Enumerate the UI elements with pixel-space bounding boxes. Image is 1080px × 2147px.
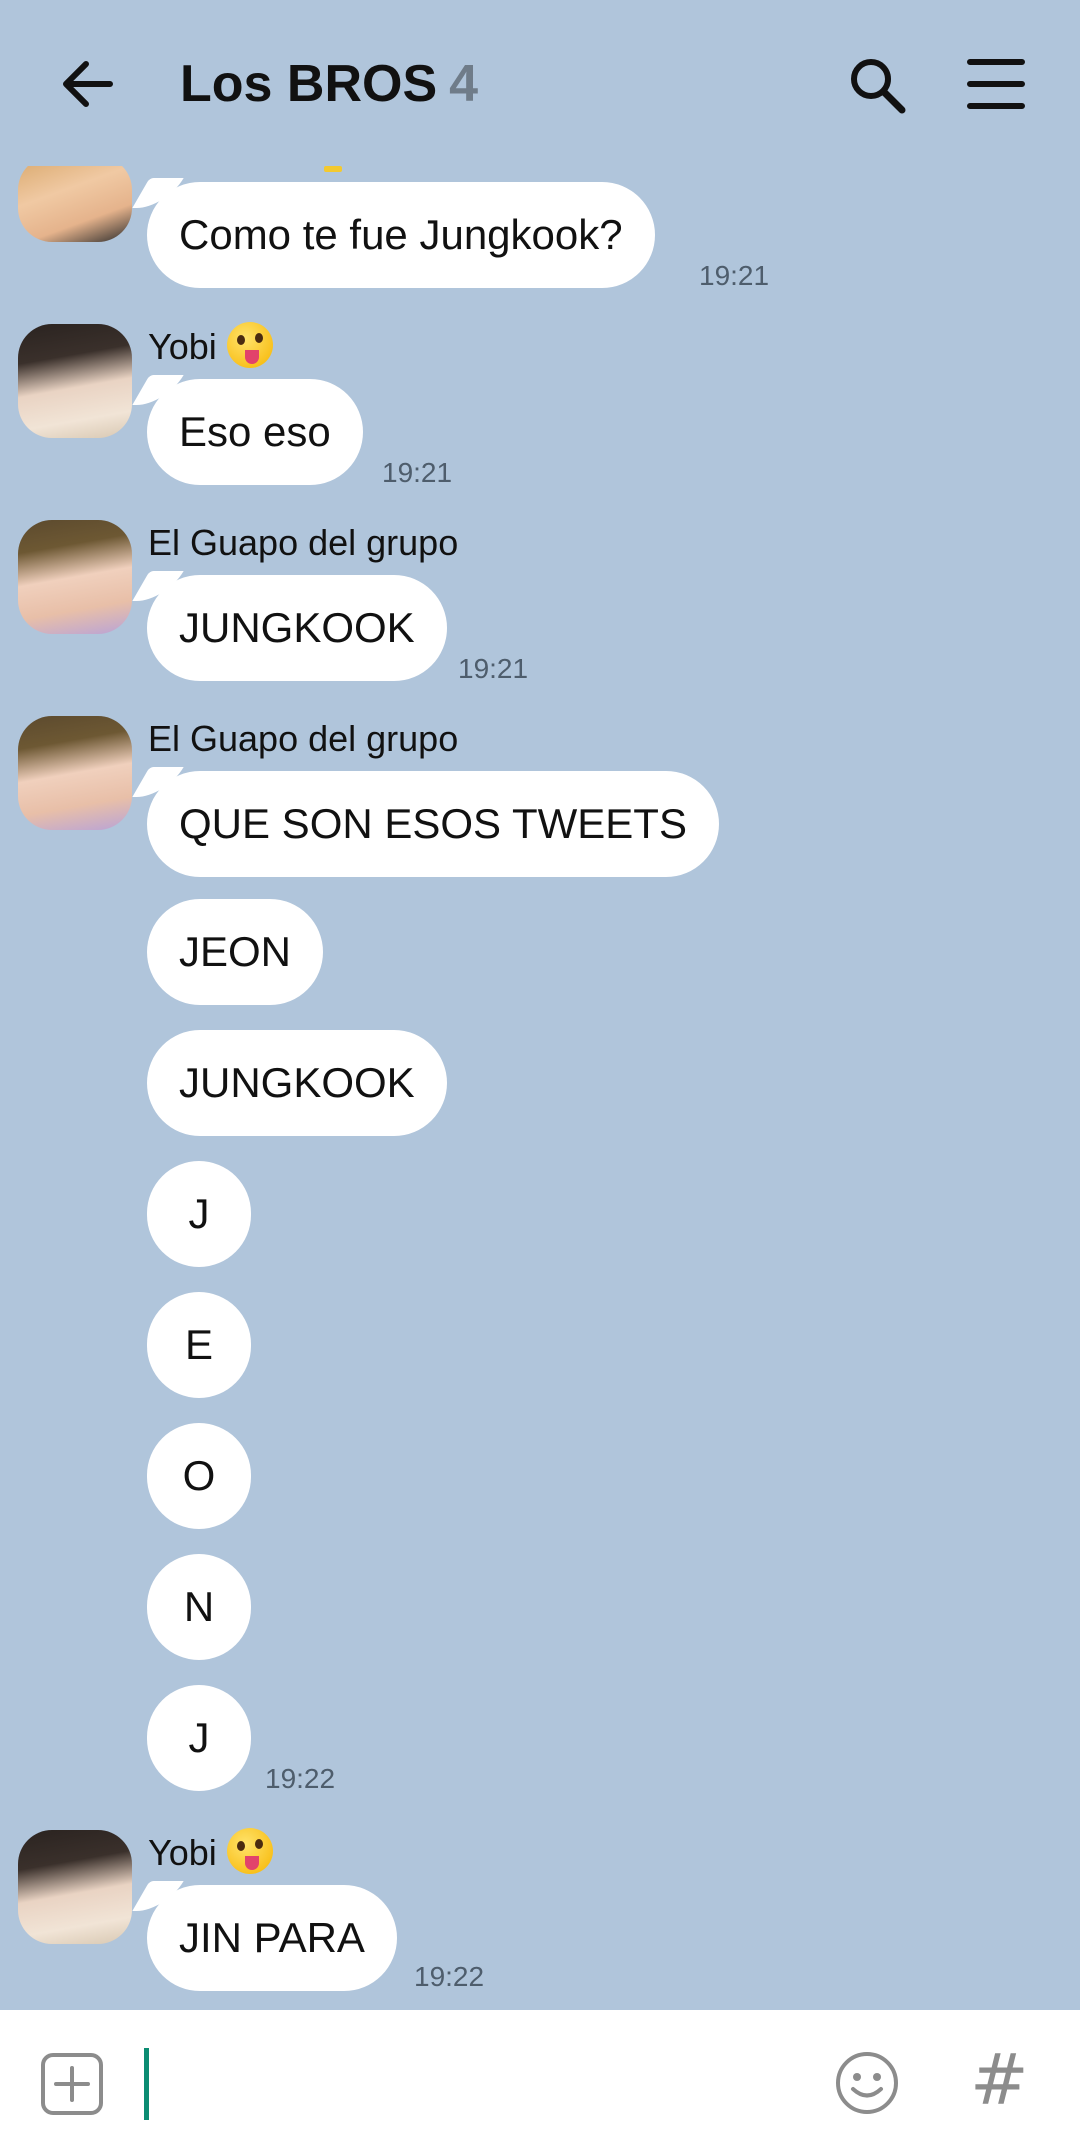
avatar[interactable] bbox=[18, 166, 132, 242]
message-text: J bbox=[188, 1190, 210, 1237]
message-bubble[interactable]: QUE SON ESOS TWEETS bbox=[147, 771, 719, 877]
message-bubble[interactable]: JUNGKOOK bbox=[147, 575, 447, 681]
hamburger-menu-icon[interactable] bbox=[966, 56, 1026, 112]
message-text: O bbox=[182, 1452, 216, 1499]
member-count: 4 bbox=[449, 55, 479, 113]
plus-square-icon[interactable] bbox=[40, 2052, 104, 2116]
message-bubble[interactable]: JIN PARA bbox=[147, 1885, 397, 1991]
avatar[interactable] bbox=[18, 520, 132, 634]
message-bubble[interactable]: N bbox=[147, 1554, 251, 1660]
message-text: Eso eso bbox=[179, 408, 331, 455]
message-time: 19:21 bbox=[382, 457, 453, 488]
message-text: JIN PARA bbox=[179, 1914, 365, 1961]
avatar[interactable] bbox=[18, 324, 132, 438]
avatar[interactable] bbox=[18, 716, 132, 830]
message-text: J bbox=[188, 1714, 210, 1761]
message-text: Como te fue Jungkook? bbox=[179, 211, 623, 258]
chat-header: Los BROS 4 bbox=[0, 0, 1080, 166]
hashtag-icon[interactable]: # bbox=[970, 2040, 1030, 2120]
message-bubble[interactable]: JUNGKOOK bbox=[147, 1030, 447, 1136]
sender-name: El Guapo del grupo bbox=[148, 718, 459, 759]
chat-name: Los BROS bbox=[180, 55, 438, 113]
avatar[interactable] bbox=[18, 1830, 132, 1944]
winking-tongue-emoji bbox=[226, 322, 273, 369]
back-arrow-icon[interactable] bbox=[56, 52, 120, 116]
chat-title: Los BROS 4 bbox=[180, 54, 478, 114]
sender-name: El Guapo del grupo bbox=[148, 522, 459, 563]
message-text: JEON bbox=[179, 928, 292, 975]
message-bubble[interactable]: JEON bbox=[147, 899, 324, 1005]
message-text: JUNGKOOK bbox=[179, 604, 415, 651]
message-text: JUNGKOOK bbox=[179, 1059, 415, 1106]
sender-name: Yobi bbox=[148, 322, 273, 372]
message-text: QUE SON ESOS TWEETS bbox=[179, 800, 687, 847]
sender-name: Yobi bbox=[148, 1828, 273, 1878]
message-time: 19:22 bbox=[414, 1961, 485, 1992]
message-time: 19:22 bbox=[265, 1763, 336, 1794]
winking-tongue-emoji bbox=[226, 1828, 273, 1875]
smiley-icon[interactable] bbox=[834, 2050, 900, 2116]
text-input-cursor[interactable] bbox=[144, 2048, 149, 2120]
message-bubble[interactable]: E bbox=[147, 1292, 251, 1398]
message-time: 19:21 bbox=[458, 653, 529, 684]
message-bubble[interactable]: J bbox=[147, 1161, 251, 1267]
message-text: E bbox=[184, 1321, 213, 1368]
message-input-bar: # bbox=[0, 2010, 1080, 2147]
message-text: N bbox=[183, 1583, 215, 1630]
emoji-fragment bbox=[324, 166, 342, 172]
message-bubble[interactable]: Como te fue Jungkook? bbox=[147, 182, 655, 288]
message-bubble[interactable]: O bbox=[147, 1423, 251, 1529]
message-bubble[interactable]: Eso eso bbox=[147, 379, 363, 485]
search-icon[interactable] bbox=[846, 54, 908, 116]
message-bubble[interactable]: J bbox=[147, 1685, 251, 1791]
message-list[interactable]: Como te fue Jungkook? 19:21 Yobi Eso eso… bbox=[0, 166, 1080, 2010]
message-time: 19:21 bbox=[699, 260, 770, 291]
